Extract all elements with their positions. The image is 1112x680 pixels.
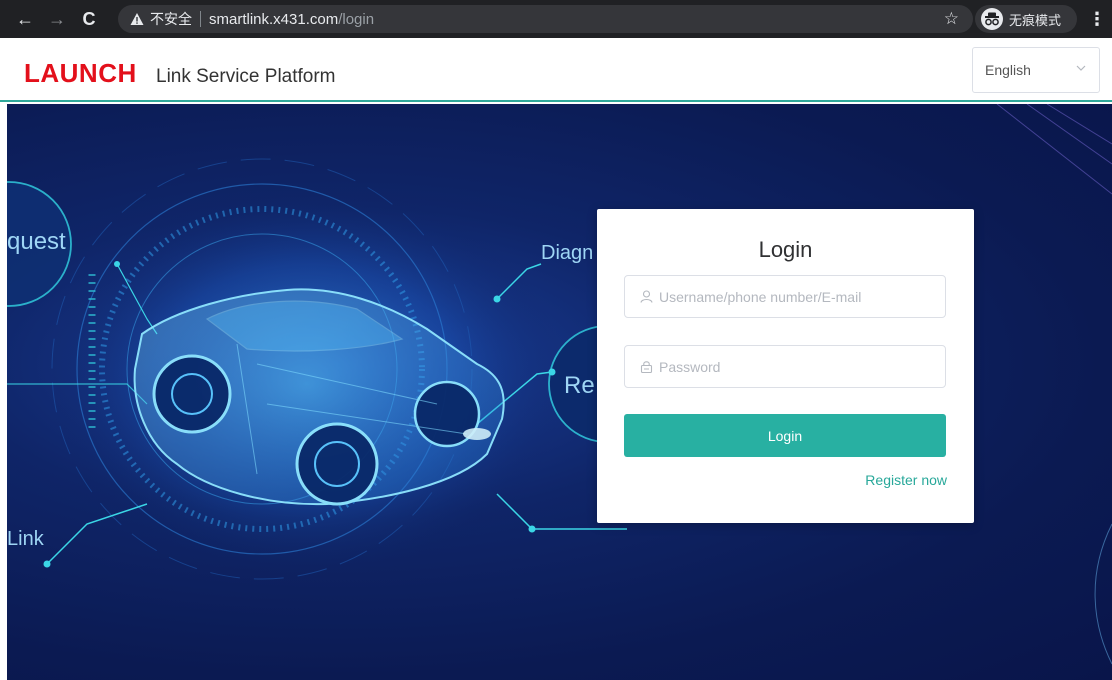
user-icon	[639, 290, 653, 304]
omnibox-divider	[200, 11, 201, 27]
url-host[interactable]: smartlink.x431.com	[209, 11, 338, 28]
browser-toolbar: ← → C 不安全 smartlink.x431.com/login ☆ 无痕模…	[0, 0, 1112, 38]
incognito-icon	[981, 8, 1003, 30]
hero-bubble-text: Link	[7, 528, 44, 550]
reload-icon[interactable]: C	[76, 6, 102, 32]
language-select[interactable]: English	[972, 47, 1100, 93]
platform-title: Link Service Platform	[156, 66, 336, 87]
insecure-label[interactable]: 不安全	[150, 9, 192, 29]
hero-bubble-text: Re	[564, 372, 595, 399]
incognito-indicator[interactable]: 无痕模式	[975, 5, 1077, 33]
browser-menu-icon[interactable]: ⋮	[1088, 9, 1106, 30]
back-arrow-icon[interactable]: ←	[12, 6, 38, 32]
incognito-label: 无痕模式	[1009, 12, 1062, 28]
login-card: Login Login Register now	[597, 209, 974, 523]
login-title: Login	[758, 237, 813, 262]
username-input[interactable]	[659, 288, 939, 305]
url-path[interactable]: /login	[338, 11, 374, 28]
site-header: LAUNCH Link Service Platform English	[0, 38, 1112, 102]
login-button[interactable]: Login	[624, 414, 946, 457]
register-link[interactable]: Register now	[865, 472, 947, 488]
username-field[interactable]	[624, 275, 946, 318]
lock-icon	[639, 360, 653, 374]
hero-bubble-text: Diagn	[541, 242, 594, 264]
bookmark-star-icon[interactable]: ☆	[944, 9, 959, 29]
chevron-down-icon	[1076, 65, 1086, 71]
warning-icon[interactable]	[130, 12, 144, 26]
language-value: English	[985, 62, 1031, 78]
hero-bubble-text: quest	[7, 228, 66, 255]
password-input[interactable]	[659, 358, 939, 375]
address-bar[interactable]: 不安全 smartlink.x431.com/login ☆	[118, 5, 973, 33]
password-field[interactable]	[624, 345, 946, 388]
forward-arrow-icon[interactable]: →	[44, 6, 70, 32]
brand-logo: LAUNCH	[24, 58, 137, 88]
